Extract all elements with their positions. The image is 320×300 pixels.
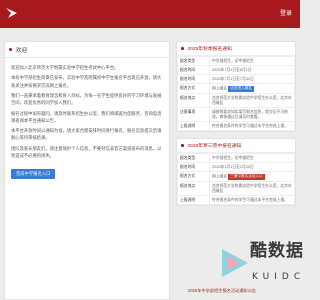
- bullet-icon: [181, 144, 184, 147]
- row-value: 2025年7月1日至7月31日: [209, 74, 295, 84]
- welcome-panel: 欢迎 欢迎加入北京师范大学附属实验中学招生考试中心平台。 本校中学部招生简章已发…: [4, 41, 170, 300]
- bullet-icon: [181, 47, 184, 50]
- notice-table: 报名类型 中学部招生，初中部招生 报名时间 2025年1月1日至1月20日 报名方式…: [177, 153, 295, 205]
- row-key: 报名类型: [177, 153, 210, 163]
- autumn-register-button[interactable]: 点击进入报名: [228, 85, 254, 92]
- welcome-title: 欢迎: [16, 47, 28, 54]
- notice-card-winter: 2025年寒三营中报名通知 报名类型 中学部招生，初中部招生 报名时间 2025年1…: [176, 138, 296, 206]
- row-key: 报名时间: [177, 74, 210, 84]
- table-row: 报名时间 2025年7月1日至7月31日: [177, 74, 295, 84]
- row-key: 上报说明: [177, 121, 210, 131]
- row-value: 中学部招生，初中部招生: [209, 153, 295, 163]
- table-row: 报名类型 中学部招生，初中部招生: [177, 153, 295, 163]
- notice-table: 报名类型 中学部招生，初中部招生 报名时间 2025年7月1日至8月1日 报名时间 2…: [177, 56, 295, 131]
- table-row: 报名时间 2025年7月1日至8月1日: [177, 65, 295, 75]
- welcome-panel-header: 欢迎: [5, 42, 169, 58]
- row-key: 报名时间: [177, 65, 210, 75]
- watermark-text: 酷数据: [250, 241, 304, 261]
- row-key: 报名类型: [177, 56, 210, 66]
- top-bar: 登录: [0, 0, 300, 28]
- welcome-paragraph: 我们一直秉承着教育理念和育人目标，为每一名学生提供良好的学习环境与发展空间，欢迎…: [11, 92, 162, 106]
- watermark-play-icon: [222, 249, 248, 277]
- row-value: 北京师范大学附属实验中学招生办公室，北京市西城区: [209, 181, 295, 196]
- register-entry-button[interactable]: 完成中学报名入口: [11, 169, 56, 180]
- welcome-text: 欢迎加入北京师范大学附属实验中学招生考试中心平台。 本校中学部招生简章已发布，实…: [5, 58, 169, 159]
- table-row: 报名地点 北京师范大学附属实验中学招生办公室，北京市西城区: [177, 181, 295, 196]
- table-row: 报名方式 网上报名 点击进入报名: [177, 83, 295, 94]
- row-value: 北京师范大学附属实验中学招生办公室，北京市西城区: [209, 93, 295, 108]
- row-value-text: 网上报名: [212, 86, 228, 90]
- table-row: 报名方式 网上报名 三营中报名活动入口: [177, 171, 295, 182]
- table-row: 报名地点 北京师范大学附属实验中学招生办公室，北京市西城区: [177, 93, 295, 108]
- row-value: 符合报名条件的学生可通过本平台完成上报。: [209, 195, 295, 205]
- notice-card-autumn: 2025年秋季报名通知 报名类型 中学部招生，初中部招生 报名时间 2025年7月1…: [176, 41, 296, 132]
- card-header: 2025年寒三营中报名通知: [177, 139, 295, 153]
- table-row: 上报说明 符合报名条件的学生可通过本平台完成上报。: [177, 195, 295, 205]
- table-row: 注意事项 请按照要求如实填写报名信息，提交后不可修改，审核通过后请及时查看。: [177, 107, 295, 122]
- notice-column: 2025年秋季报名通知 报名类型 中学部招生，初中部招生 报名时间 2025年7月1…: [176, 41, 296, 212]
- row-value-text: 网上报名: [212, 174, 228, 178]
- row-key: 上报说明: [177, 195, 210, 205]
- row-key: 报名地点: [177, 93, 210, 108]
- welcome-paragraph: 团队及家长朋友们，请注意保护个人信息，不要轻信非官方渠道发布的消息，以免造成不必…: [11, 145, 162, 158]
- login-link[interactable]: 登录: [280, 8, 292, 17]
- row-key: 报名方式: [177, 171, 210, 182]
- row-key: 报名方式: [177, 83, 210, 94]
- table-row: 报名类型 中学部招生，初中部招生: [177, 56, 295, 66]
- row-value: 网上报名 三营中报名活动入口: [209, 171, 295, 182]
- welcome-paragraph: 报名过程中如有疑问，请及时联系招生办公室，我们将竭诚为您服务，咨询电话请查阅本平…: [11, 110, 162, 123]
- welcome-paragraph: 欢迎加入北京师范大学附属实验中学招生考试中心平台。: [11, 65, 119, 70]
- winter-register-button[interactable]: 三营中报名活动入口: [228, 173, 265, 180]
- welcome-paragraph: 本校中学部招生简章已发布，实验中学及附属初中学生报名平台现已开放，请大家关注并按…: [11, 75, 162, 88]
- card-title[interactable]: 2025年秋季报名通知: [188, 45, 232, 52]
- card-header: 2025年秋季报名通知: [177, 42, 295, 56]
- school-logo-icon[interactable]: [5, 6, 19, 20]
- row-key: 报名地点: [177, 181, 210, 196]
- table-row: 报名时间 2025年1月1日至1月20日: [177, 162, 295, 172]
- welcome-paragraph: 本平台开放时间以通知为准，请大家合理安排时间进行报名，报名信息提交后请耐心等待审…: [11, 128, 162, 141]
- row-key: 注意事项: [177, 107, 210, 122]
- card-title[interactable]: 2025年寒三营中报名通知: [188, 142, 242, 149]
- row-value: 中学部招生，初中部招生: [209, 56, 295, 66]
- row-key: 报名时间: [177, 162, 210, 172]
- row-value: 2025年7月1日至8月1日: [209, 65, 295, 75]
- bullet-icon: [9, 48, 12, 51]
- row-value: 网上报名 点击进入报名: [209, 83, 295, 94]
- table-row: 上报说明 符合报名条件的学生可通过本平台完成上报。: [177, 121, 295, 131]
- watermark-subtext: KUIDC: [252, 272, 306, 282]
- row-value: 请按照要求如实填写报名信息，提交后不可修改，审核通过后请及时查看。: [209, 107, 295, 122]
- row-value: 符合报名条件的学生可通过本平台完成上报。: [209, 121, 295, 131]
- bottom-notice-link[interactable]: 2025年中学部招生报名活动通知公告: [188, 288, 288, 294]
- row-value: 2025年1月1日至1月20日: [209, 162, 295, 172]
